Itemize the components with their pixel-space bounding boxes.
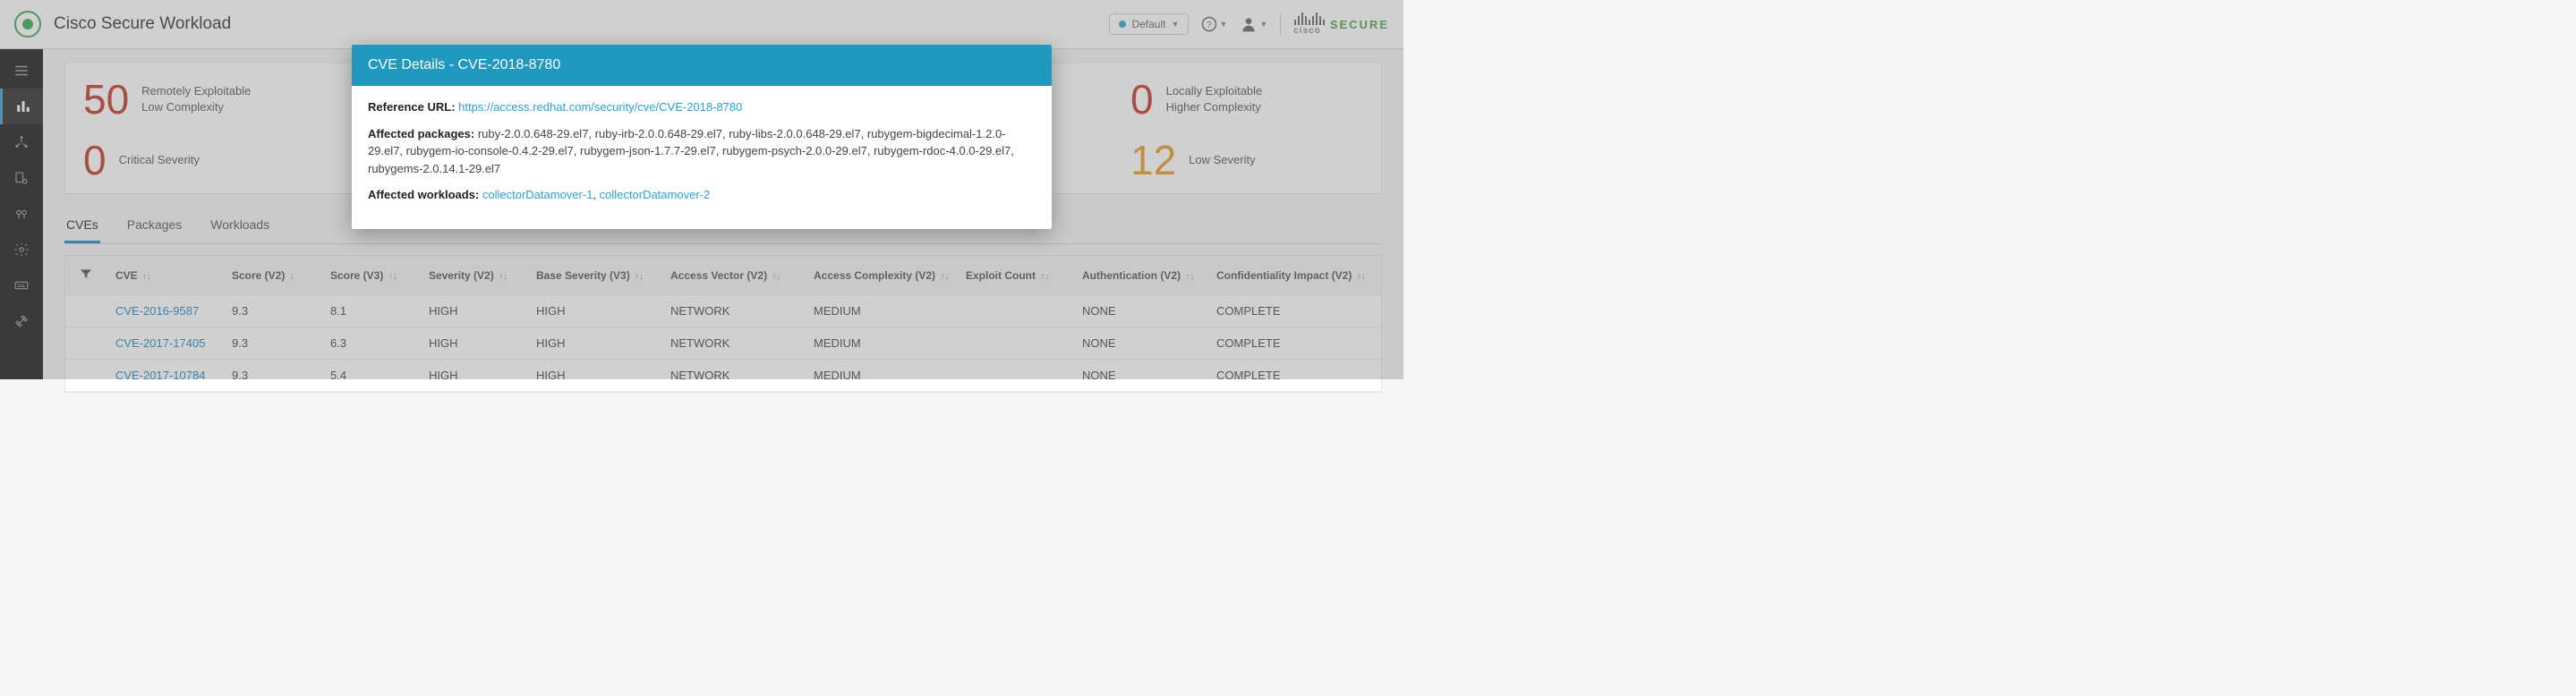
- modal-body: Reference URL: https://access.redhat.com…: [352, 86, 1052, 229]
- workload-link-2[interactable]: collectorDatamover-2: [600, 188, 711, 201]
- reference-url-label: Reference URL:: [368, 100, 456, 114]
- workload-link-1[interactable]: collectorDatamover-1: [482, 188, 593, 201]
- affected-packages-label: Affected packages:: [368, 127, 474, 140]
- affected-workloads-label: Affected workloads:: [368, 188, 479, 201]
- reference-url-link[interactable]: https://access.redhat.com/security/cve/C…: [458, 100, 742, 114]
- cve-details-modal: CVE Details - CVE-2018-8780 Reference UR…: [352, 45, 1052, 229]
- modal-overlay[interactable]: CVE Details - CVE-2018-8780 Reference UR…: [0, 0, 1403, 379]
- separator: ,: [593, 188, 599, 201]
- modal-title: CVE Details - CVE-2018-8780: [352, 45, 1052, 86]
